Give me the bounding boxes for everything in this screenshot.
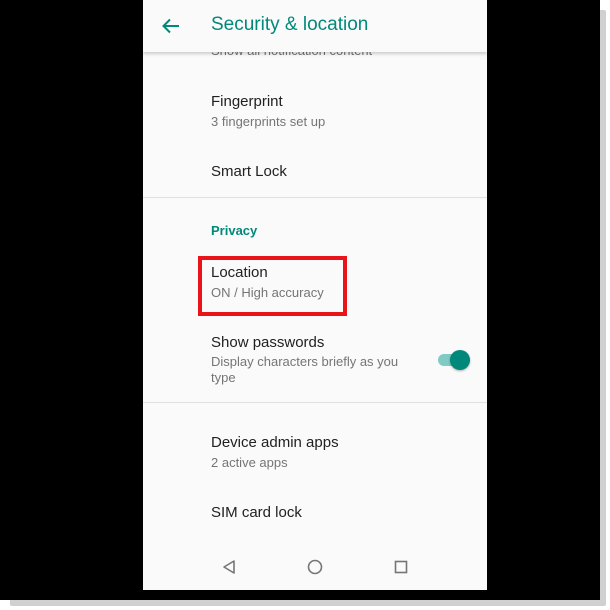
square-recents-icon: [394, 560, 408, 574]
smart-lock-item[interactable]: Smart Lock: [143, 152, 487, 194]
show-passwords-toggle[interactable]: [438, 350, 470, 370]
device-admin-apps-summary: 2 active apps: [211, 455, 288, 470]
device-admin-apps-title: Device admin apps: [211, 434, 339, 451]
triangle-back-icon: [223, 560, 235, 574]
toggle-thumb: [450, 350, 470, 370]
divider: [143, 402, 487, 403]
show-passwords-title: Show passwords: [211, 334, 325, 351]
divider: [143, 197, 487, 198]
smart-lock-title: Smart Lock: [211, 163, 287, 180]
location-highlight-box: [198, 256, 347, 316]
fingerprint-item[interactable]: Fingerprint 3 fingerprints set up: [143, 83, 487, 141]
device-admin-apps-item[interactable]: Device admin apps 2 active apps: [143, 425, 487, 481]
settings-list[interactable]: Show all notification content Fingerprin…: [143, 0, 487, 545]
system-nav-bar: [143, 545, 487, 590]
app-bar: Security & location: [143, 0, 487, 52]
nav-home-button[interactable]: [304, 556, 326, 578]
sim-card-lock-title: SIM card lock: [211, 504, 302, 521]
circle-home-icon: [307, 559, 323, 575]
page-title: Security & location: [211, 14, 369, 35]
nav-recents-button[interactable]: [390, 556, 412, 578]
arrow-back-icon: [162, 18, 179, 34]
back-button[interactable]: [157, 12, 185, 40]
privacy-section-header: Privacy: [211, 223, 258, 238]
screenshot-frame: Show all notification content Fingerprin…: [0, 0, 600, 600]
show-passwords-item[interactable]: Show passwords Display characters briefl…: [143, 325, 487, 395]
nav-back-button[interactable]: [218, 556, 240, 578]
fingerprint-summary: 3 fingerprints set up: [211, 114, 326, 129]
phone-screen: Show all notification content Fingerprin…: [143, 0, 487, 590]
show-passwords-summary: Display characters briefly as you type: [211, 354, 399, 385]
sim-card-lock-item[interactable]: SIM card lock: [143, 494, 487, 536]
fingerprint-title: Fingerprint: [211, 93, 283, 110]
